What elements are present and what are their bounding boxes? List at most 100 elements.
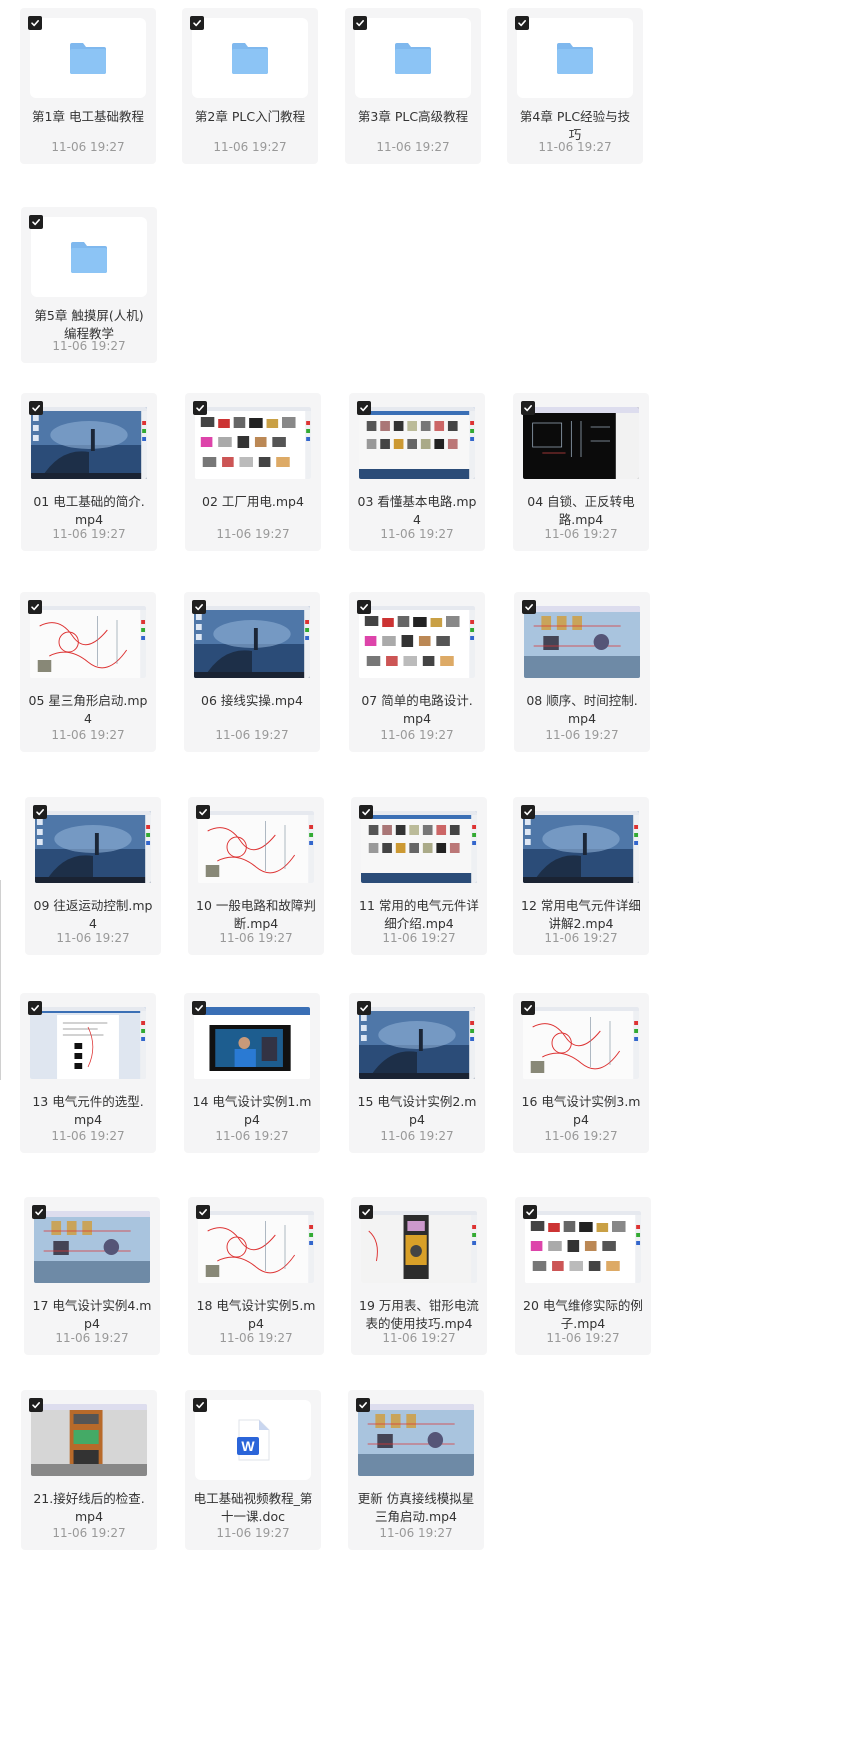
file-thumbnail[interactable]	[524, 606, 640, 678]
video-file-card[interactable]: 01 电工基础的简介.mp4 11-06 19:27	[21, 393, 157, 551]
file-name[interactable]: 21.接好线后的检查.mp4	[29, 1490, 149, 1526]
video-file-card[interactable]: 14 电气设计实例1.mp4 11-06 19:27	[184, 993, 320, 1153]
video-file-card[interactable]: 19 万用表、钳形电流表的使用技巧.mp4 11-06 19:27	[351, 1197, 487, 1355]
video-file-card[interactable]: 17 电气设计实例4.mp4 11-06 19:27	[24, 1197, 160, 1355]
file-name[interactable]: 12 常用电气元件详细讲解2.mp4	[521, 897, 641, 933]
file-thumbnail[interactable]	[523, 811, 639, 883]
video-file-card[interactable]: 18 电气设计实例5.mp4 11-06 19:27	[188, 1197, 324, 1355]
file-name[interactable]: 06 接线实操.mp4	[192, 692, 312, 710]
file-name[interactable]: 第2章 PLC入门教程	[190, 108, 310, 126]
select-checkbox[interactable]	[196, 1205, 210, 1219]
file-thumbnail[interactable]	[30, 606, 146, 678]
file-thumbnail[interactable]	[34, 1211, 150, 1283]
video-file-card[interactable]: 10 一般电路和故障判断.mp4 11-06 19:27	[188, 797, 324, 955]
select-checkbox[interactable]	[28, 16, 42, 30]
video-file-card[interactable]: 06 接线实操.mp4 11-06 19:27	[184, 592, 320, 752]
select-checkbox[interactable]	[521, 1001, 535, 1015]
file-thumbnail[interactable]	[194, 606, 310, 678]
select-checkbox[interactable]	[357, 401, 371, 415]
file-name[interactable]: 电工基础视频教程_第十一课.doc	[193, 1490, 313, 1526]
file-name[interactable]: 17 电气设计实例4.mp4	[32, 1297, 152, 1333]
file-name[interactable]: 第1章 电工基础教程	[28, 108, 148, 126]
file-thumbnail[interactable]	[359, 407, 475, 479]
file-name[interactable]: 05 星三角形启动.mp4	[28, 692, 148, 728]
file-thumbnail[interactable]	[523, 1007, 639, 1079]
file-thumbnail[interactable]	[361, 811, 477, 883]
video-file-card[interactable]: 05 星三角形启动.mp4 11-06 19:27	[20, 592, 156, 752]
select-checkbox[interactable]	[359, 805, 373, 819]
video-file-card[interactable]: 21.接好线后的检查.mp4 11-06 19:27	[21, 1390, 157, 1550]
select-checkbox[interactable]	[29, 215, 43, 229]
video-file-card[interactable]: 07 简单的电路设计.mp4 11-06 19:27	[349, 592, 485, 752]
file-name[interactable]: 16 电气设计实例3.mp4	[521, 1093, 641, 1129]
select-checkbox[interactable]	[28, 1001, 42, 1015]
video-file-card[interactable]: 20 电气维修实际的例子.mp4 11-06 19:27	[515, 1197, 651, 1355]
select-checkbox[interactable]	[196, 805, 210, 819]
file-name[interactable]: 02 工厂用电.mp4	[193, 493, 313, 511]
file-thumbnail[interactable]	[31, 407, 147, 479]
select-checkbox[interactable]	[357, 1001, 371, 1015]
select-checkbox[interactable]	[515, 16, 529, 30]
video-file-card[interactable]: 11 常用的电气元件详细介绍.mp4 11-06 19:27	[351, 797, 487, 955]
select-checkbox[interactable]	[193, 1398, 207, 1412]
file-thumbnail[interactable]	[198, 1211, 314, 1283]
file-name[interactable]: 第5章 触摸屏(人机)编程教学	[29, 307, 149, 343]
select-checkbox[interactable]	[522, 600, 536, 614]
file-name[interactable]: 15 电气设计实例2.mp4	[357, 1093, 477, 1129]
video-file-card[interactable]: 03 看懂基本电路.mp4 11-06 19:27	[349, 393, 485, 551]
video-file-card[interactable]: 15 电气设计实例2.mp4 11-06 19:27	[349, 993, 485, 1153]
select-checkbox[interactable]	[32, 1205, 46, 1219]
video-file-card[interactable]: 02 工厂用电.mp4 11-06 19:27	[185, 393, 321, 551]
file-thumbnail[interactable]	[35, 811, 151, 883]
file-name[interactable]: 08 顺序、时间控制.mp4	[522, 692, 642, 728]
select-checkbox[interactable]	[28, 600, 42, 614]
select-checkbox[interactable]	[193, 401, 207, 415]
video-file-card[interactable]: 12 常用电气元件详细讲解2.mp4 11-06 19:27	[513, 797, 649, 955]
file-thumbnail[interactable]	[31, 1404, 147, 1476]
select-checkbox[interactable]	[192, 1001, 206, 1015]
select-checkbox[interactable]	[521, 805, 535, 819]
file-thumbnail[interactable]	[523, 407, 639, 479]
file-name[interactable]: 第3章 PLC高级教程	[353, 108, 473, 126]
file-name[interactable]: 第4章 PLC经验与技巧	[515, 108, 635, 144]
select-checkbox[interactable]	[521, 401, 535, 415]
select-checkbox[interactable]	[190, 16, 204, 30]
folder-card[interactable]: 第4章 PLC经验与技巧 11-06 19:27	[507, 8, 643, 164]
video-file-card[interactable]: 09 往返运动控制.mp4 11-06 19:27	[25, 797, 161, 955]
select-checkbox[interactable]	[359, 1205, 373, 1219]
file-name[interactable]: 03 看懂基本电路.mp4	[357, 493, 477, 529]
document-card[interactable]: W 电工基础视频教程_第十一课.doc 11-06 19:27	[185, 1390, 321, 1550]
file-name[interactable]: 18 电气设计实例5.mp4	[196, 1297, 316, 1333]
select-checkbox[interactable]	[356, 1398, 370, 1412]
file-thumbnail[interactable]	[517, 18, 633, 98]
folder-card[interactable]: 第3章 PLC高级教程 11-06 19:27	[345, 8, 481, 164]
file-thumbnail[interactable]	[31, 217, 147, 297]
file-thumbnail[interactable]	[30, 1007, 146, 1079]
file-name[interactable]: 01 电工基础的简介.mp4	[29, 493, 149, 529]
file-name[interactable]: 14 电气设计实例1.mp4	[192, 1093, 312, 1129]
select-checkbox[interactable]	[523, 1205, 537, 1219]
file-name[interactable]: 更新 仿真接线模拟星三角启动.mp4	[356, 1490, 476, 1526]
file-thumbnail[interactable]	[192, 18, 308, 98]
file-name[interactable]: 07 简单的电路设计.mp4	[357, 692, 477, 728]
video-file-card[interactable]: 更新 仿真接线模拟星三角启动.mp4 11-06 19:27	[348, 1390, 484, 1550]
file-thumbnail[interactable]	[525, 1211, 641, 1283]
select-checkbox[interactable]	[192, 600, 206, 614]
video-file-card[interactable]: 13 电气元件的选型.mp4 11-06 19:27	[20, 993, 156, 1153]
file-thumbnail[interactable]	[359, 606, 475, 678]
file-name[interactable]: 09 往返运动控制.mp4	[33, 897, 153, 933]
file-thumbnail[interactable]	[30, 18, 146, 98]
file-name[interactable]: 10 一般电路和故障判断.mp4	[196, 897, 316, 933]
video-file-card[interactable]: 04 自锁、正反转电路.mp4 11-06 19:27	[513, 393, 649, 551]
select-checkbox[interactable]	[29, 1398, 43, 1412]
select-checkbox[interactable]	[29, 401, 43, 415]
file-name[interactable]: 20 电气维修实际的例子.mp4	[523, 1297, 643, 1333]
file-name[interactable]: 19 万用表、钳形电流表的使用技巧.mp4	[359, 1297, 479, 1333]
file-thumbnail[interactable]	[361, 1211, 477, 1283]
select-checkbox[interactable]	[353, 16, 367, 30]
folder-card[interactable]: 第2章 PLC入门教程 11-06 19:27	[182, 8, 318, 164]
select-checkbox[interactable]	[357, 600, 371, 614]
file-thumbnail[interactable]	[358, 1404, 474, 1476]
folder-card[interactable]: 第1章 电工基础教程 11-06 19:27	[20, 8, 156, 164]
file-thumbnail[interactable]	[195, 407, 311, 479]
